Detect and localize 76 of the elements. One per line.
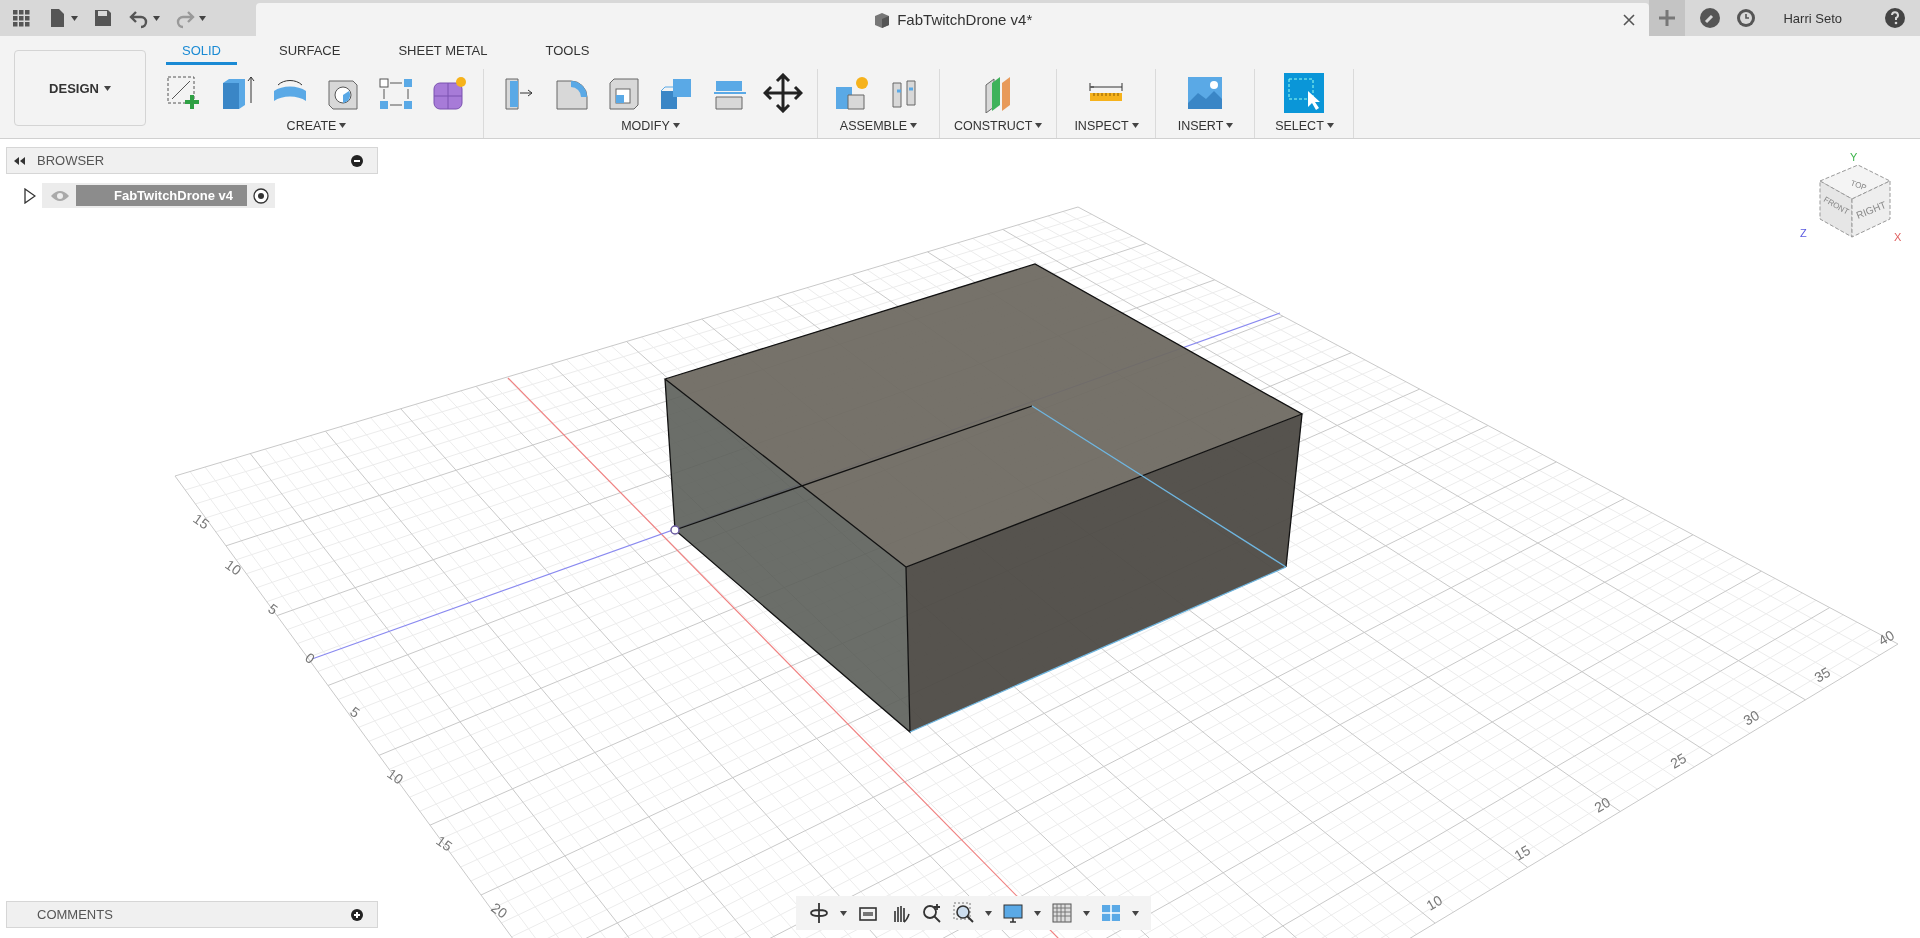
document-title: FabTwitchDrone v4* xyxy=(897,11,1033,28)
tool-group-menu[interactable]: CONSTRUCT xyxy=(954,118,1043,133)
grid-tick-label: 40 xyxy=(1875,626,1897,649)
tool-group-menu[interactable]: ASSEMBLE xyxy=(839,118,918,133)
caret-icon xyxy=(840,910,847,916)
caret-icon xyxy=(910,123,918,129)
grid-tick-label: 10 xyxy=(384,765,407,788)
zoom-window-icon[interactable] xyxy=(953,902,975,924)
grid-tick-label: 5 xyxy=(265,600,281,618)
caret-icon xyxy=(71,15,78,21)
zoom-icon[interactable] xyxy=(921,902,943,924)
caret-icon xyxy=(103,85,111,91)
axis-label: Z xyxy=(1800,227,1807,239)
user-name[interactable]: Harri Seto xyxy=(1783,10,1842,26)
collapse-icon[interactable] xyxy=(13,155,27,166)
orbit-icon[interactable] xyxy=(808,902,830,924)
grid-tick-label: 15 xyxy=(190,510,213,533)
caret-icon xyxy=(1132,910,1139,916)
plus-icon xyxy=(1658,9,1677,27)
new-tab-button[interactable] xyxy=(1649,0,1686,36)
viewports-icon[interactable] xyxy=(1100,902,1122,924)
grid-tick-label: 15 xyxy=(433,832,456,855)
radio-icon[interactable] xyxy=(252,187,269,204)
toolbar-tab[interactable]: SURFACE xyxy=(263,42,357,65)
axis-label: X xyxy=(1894,231,1902,243)
grid-tick-label: 10 xyxy=(222,556,245,579)
toolbar-tab[interactable]: SHEET METAL xyxy=(382,42,504,65)
grid-tick-label: 15 xyxy=(1511,841,1533,864)
caret-icon xyxy=(1083,910,1090,916)
eye-icon[interactable] xyxy=(50,189,70,202)
grid-tick-label: 5 xyxy=(347,703,363,721)
tool-group-menu[interactable]: SELECT xyxy=(1275,118,1334,133)
cube-face-label: TOP xyxy=(1849,178,1868,193)
grid-menu-icon[interactable] xyxy=(10,7,32,29)
select-icon[interactable] xyxy=(1284,72,1325,113)
tool-group-menu[interactable]: MODIFY xyxy=(621,118,680,133)
move-icon[interactable] xyxy=(763,72,803,113)
caret-icon xyxy=(153,15,160,21)
plus-icon[interactable] xyxy=(351,908,363,921)
grid-tick-label: 25 xyxy=(1667,749,1689,772)
axis-label: Y xyxy=(1850,151,1858,163)
panel-title: COMMENTS xyxy=(37,907,113,922)
document-tab[interactable]: FabTwitchDrone v4* xyxy=(256,3,1650,36)
origin-marker xyxy=(670,525,680,535)
caret-icon xyxy=(339,123,347,129)
grid-tick-label: 30 xyxy=(1740,706,1762,729)
grid-tick-label: 35 xyxy=(1811,663,1833,686)
caret-icon xyxy=(1131,123,1139,129)
component-label: FabTwitchDrone v4 xyxy=(76,185,247,206)
caret-icon xyxy=(1035,123,1043,129)
caret-icon xyxy=(1326,123,1334,129)
toolbar-tab[interactable]: TOOLS xyxy=(529,42,606,65)
grid-tick-label: 10 xyxy=(1423,891,1445,914)
minus-icon[interactable] xyxy=(351,154,363,167)
panel-title: BROWSER xyxy=(37,153,105,168)
close-icon[interactable] xyxy=(1623,14,1636,26)
view-cube[interactable] xyxy=(1819,164,1891,238)
clock-icon[interactable] xyxy=(1735,7,1758,29)
help-icon[interactable] xyxy=(1884,7,1906,29)
grid-tick-label: 20 xyxy=(488,899,511,922)
tool-group-menu[interactable]: CREATE xyxy=(286,118,347,133)
tool-group-menu[interactable]: INSPECT xyxy=(1074,118,1139,133)
grid-tick-label: 20 xyxy=(1591,793,1613,816)
grid-icon[interactable] xyxy=(1051,902,1073,924)
caret-icon xyxy=(672,123,680,129)
tool-group-menu[interactable]: INSERT xyxy=(1177,118,1234,133)
save-icon[interactable] xyxy=(92,7,114,29)
caret-icon xyxy=(1226,123,1234,129)
workspace-button[interactable]: DESIGN xyxy=(14,50,146,126)
caret-icon xyxy=(985,910,992,916)
display-icon[interactable] xyxy=(1002,902,1024,924)
cube-icon xyxy=(873,10,892,29)
caret-icon xyxy=(199,15,206,21)
caret-icon xyxy=(1034,910,1041,916)
grid-tick-label: 0 xyxy=(302,649,318,667)
expand-icon[interactable] xyxy=(24,187,36,204)
